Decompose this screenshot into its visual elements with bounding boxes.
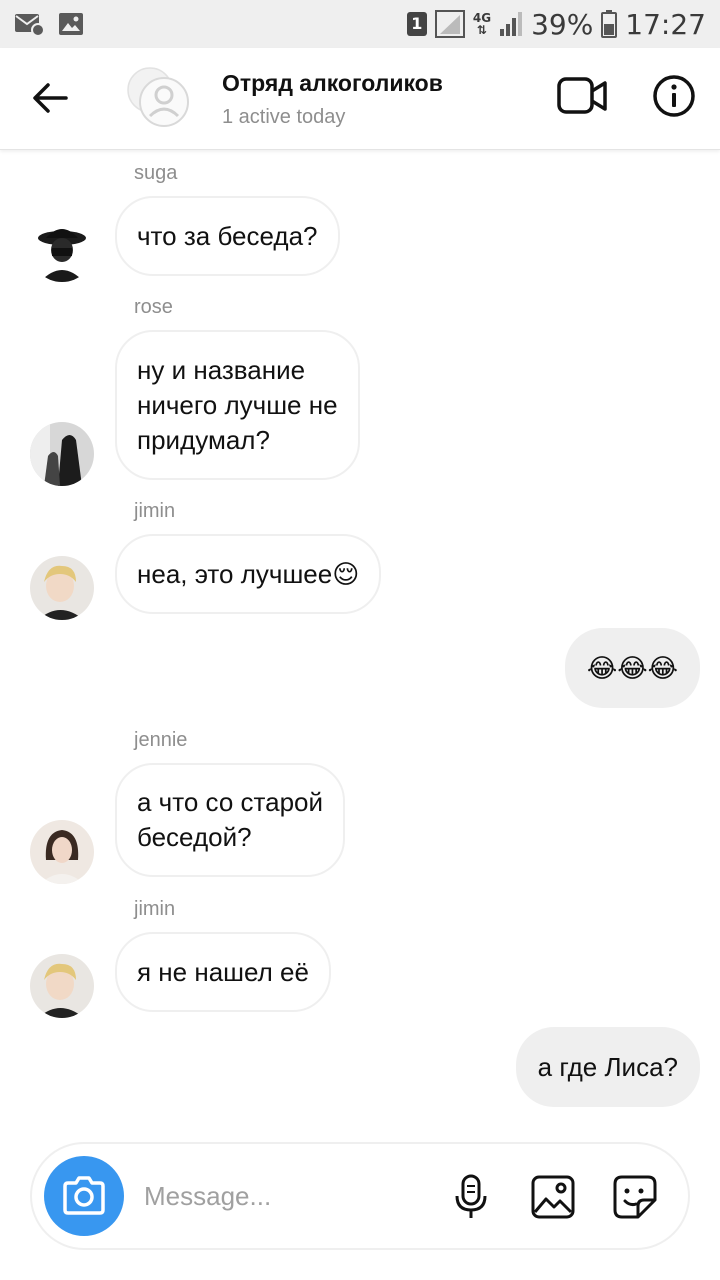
message-bubble[interactable]: ну и название ничего лучше не придумал? [115, 330, 360, 480]
video-call-icon[interactable] [556, 74, 608, 118]
back-arrow-icon[interactable] [30, 78, 70, 118]
outgoing-message-bubble[interactable]: а где Лиса? [515, 1027, 700, 1107]
avatar-jennie[interactable] [30, 820, 94, 884]
message-bubble[interactable]: неа, это лучшее😌 [115, 534, 382, 614]
camera-icon [63, 1176, 105, 1215]
microphone-icon[interactable] [448, 1174, 494, 1220]
mail-notification-icon [15, 14, 44, 37]
image-notification-icon [59, 13, 83, 35]
sender-name: suga [134, 162, 178, 184]
message-text: а где Лиса? [537, 1051, 678, 1082]
sender-name: jennie [134, 729, 188, 751]
clock: 17:27 [625, 7, 706, 41]
avatar-jimin[interactable] [30, 954, 94, 1018]
battery-percent: 39% [531, 7, 594, 41]
signal-sim2-icon [500, 12, 523, 36]
gallery-icon[interactable] [530, 1174, 576, 1220]
message-text: а что со старой беседой? [137, 787, 324, 852]
signal-sim1-icon [434, 10, 465, 38]
message-bubble[interactable]: а что со старой беседой? [115, 763, 346, 877]
message-input[interactable] [144, 1174, 424, 1218]
avatar-rose[interactable] [30, 422, 94, 486]
battery-icon [601, 10, 618, 38]
message-bubble[interactable]: что за беседа? [115, 196, 340, 276]
message-text: 😂😂😂 [586, 652, 678, 683]
sim-indicator: 1 [406, 12, 427, 36]
message-text: ну и название ничего лучше не придумал? [137, 354, 338, 455]
sender-name: jimin [134, 500, 176, 522]
message-composer [30, 1142, 690, 1250]
info-icon[interactable] [652, 74, 696, 118]
chat-title[interactable]: Отряд алкоголиков [222, 70, 443, 97]
sender-name: jimin [134, 898, 176, 920]
chat-header: Отряд алкоголиков 1 active today [0, 48, 720, 150]
message-text: я не нашел её [137, 956, 309, 987]
message-text: что за беседа? [137, 220, 318, 251]
sticker-icon[interactable] [612, 1174, 658, 1220]
status-bar: 1 4G ⇅ 39% 17:27 [0, 0, 720, 48]
message-text: неа, это лучшее😌 [137, 558, 360, 589]
group-avatar-icon[interactable] [124, 66, 190, 128]
message-bubble[interactable]: я не нашел её [115, 932, 331, 1012]
network-type: 4G ⇅ [472, 11, 492, 37]
avatar-jimin[interactable] [30, 556, 94, 620]
sender-name: rose [134, 296, 173, 318]
avatar-suga[interactable] [30, 218, 94, 282]
activity-status: 1 active today [222, 106, 346, 128]
outgoing-message-bubble[interactable]: 😂😂😂 [564, 628, 700, 708]
camera-button[interactable] [44, 1156, 124, 1236]
